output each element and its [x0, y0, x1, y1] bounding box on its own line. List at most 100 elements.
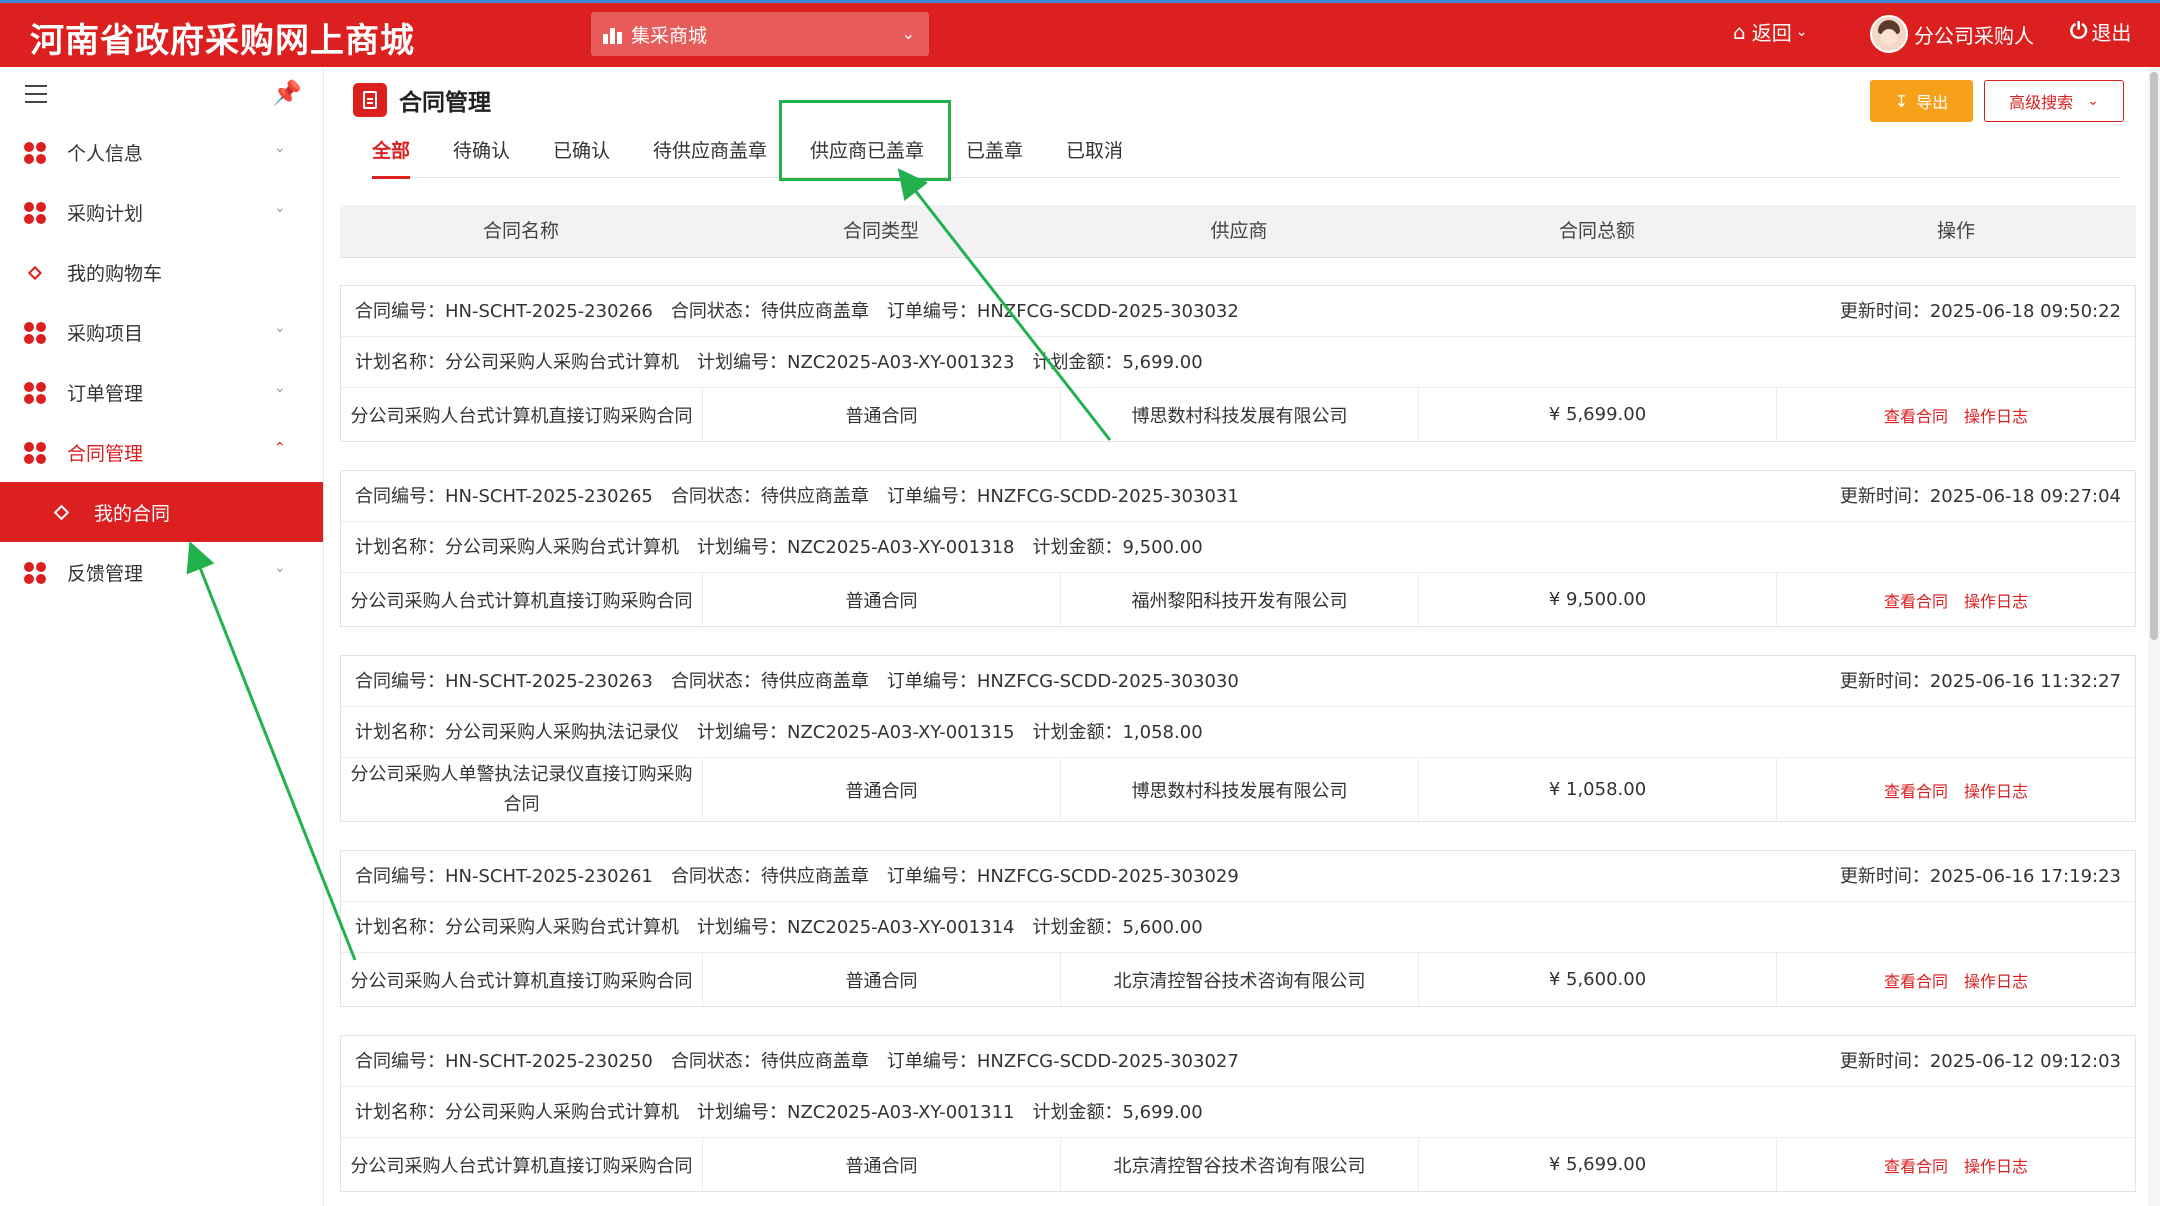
supplier: 博思数村科技发展有限公司: [1061, 388, 1419, 441]
contract-plan-row: 计划名称：分公司采购人采购执法记录仪 计划编号：NZC2025-A03-XY-0…: [341, 707, 2135, 758]
sidebar-item-cart[interactable]: 我的购物车: [0, 242, 323, 302]
sidebar-item-feedback-management[interactable]: 反馈管理 ⌄: [0, 542, 323, 602]
home-icon: ⌂: [1733, 19, 1746, 44]
chevron-down-icon: ⌄: [274, 200, 286, 216]
column-header: 操作: [1936, 220, 1975, 242]
updated-time: 更新时间：2025-06-18 09:50:22: [1839, 301, 2121, 322]
column-header: 合同总额: [1558, 220, 1635, 242]
sidebar-toolbar: 📌: [0, 67, 323, 122]
back-button[interactable]: ⌂ 返回 ⌄: [1733, 17, 1807, 46]
table-row: 分公司采购人台式计算机直接订购采购合同 普通合同 博思数村科技发展有限公司 ¥ …: [341, 388, 2135, 441]
contract-plan-row: 计划名称：分公司采购人采购台式计算机 计划编号：NZC2025-A03-XY-0…: [341, 1087, 2135, 1138]
export-label: 导出: [1916, 93, 1949, 112]
menu-icon[interactable]: [25, 85, 47, 103]
status-tabs: 全部 待确认 已确认 待供应商盖章 供应商已盖章 已盖章 已取消: [372, 134, 2120, 179]
tab-confirmed[interactable]: 已确认: [553, 134, 610, 178]
updated-time: 更新时间：2025-06-18 09:27:04: [1839, 486, 2121, 507]
grid-icon: [24, 562, 46, 584]
contract-name: 分公司采购人台式计算机直接订购采购合同: [341, 388, 703, 441]
operations: 查看合同 操作日志: [1777, 388, 2135, 441]
logout-button[interactable]: ⏻ 退出: [2070, 17, 2131, 46]
sidebar-item-my-contracts[interactable]: 我的合同: [0, 482, 323, 542]
sidebar-item-order-management[interactable]: 订单管理 ⌄: [0, 362, 323, 422]
contract-plan: 计划名称：分公司采购人采购执法记录仪 计划编号：NZC2025-A03-XY-0…: [355, 722, 1203, 743]
diamond-icon: [53, 504, 70, 521]
contract-plan: 计划名称：分公司采购人采购台式计算机 计划编号：NZC2025-A03-XY-0…: [355, 1102, 1203, 1123]
contract-type: 普通合同: [703, 1138, 1061, 1191]
column-header: 合同名称: [482, 220, 559, 242]
contract-plan-row: 计划名称：分公司采购人采购台式计算机 计划编号：NZC2025-A03-XY-0…: [341, 522, 2135, 573]
scrollbar-thumb[interactable]: [2150, 72, 2158, 640]
advanced-search-label: 高级搜索: [2009, 93, 2074, 112]
operation-log-link[interactable]: 操作日志: [1964, 1153, 2028, 1177]
tab-all[interactable]: 全部: [372, 134, 411, 179]
mall-select[interactable]: 集采商城 ⌄: [591, 12, 929, 56]
contract-meta-row: 合同编号：HN-SCHT-2025-230265 合同状态：待供应商盖章 订单编…: [341, 471, 2135, 522]
contract-meta: 合同编号：HN-SCHT-2025-230250 合同状态：待供应商盖章 订单编…: [355, 1051, 1239, 1072]
contract-plan-row: 计划名称：分公司采购人采购台式计算机 计划编号：NZC2025-A03-XY-0…: [341, 902, 2135, 953]
sidebar-item-contract-management[interactable]: 合同管理 ⌃: [0, 422, 323, 482]
annotation-highlight-box: [779, 100, 951, 181]
sidebar-item-label: 采购计划: [67, 202, 144, 225]
contract-card: 合同编号：HN-SCHT-2025-230263 合同状态：待供应商盖章 订单编…: [340, 655, 2136, 822]
top-header: 河南省政府采购网上商城 集采商城 ⌄ ⌂ 返回 ⌄ 分公司采购人 ⏻ 退出: [0, 0, 2160, 67]
supplier: 北京清控智谷技术咨询有限公司: [1061, 953, 1419, 1006]
contract-plan: 计划名称：分公司采购人采购台式计算机 计划编号：NZC2025-A03-XY-0…: [355, 537, 1203, 558]
operations: 查看合同 操作日志: [1777, 573, 2135, 626]
contract-amount: ¥ 5,600.00: [1419, 953, 1777, 1006]
contract-card: 合同编号：HN-SCHT-2025-230266 合同状态：待供应商盖章 订单编…: [340, 285, 2136, 442]
table-row: 分公司采购人台式计算机直接订购采购合同 普通合同 北京清控智谷技术咨询有限公司 …: [341, 953, 2135, 1006]
contract-name: 分公司采购人单警执法记录仪直接订购采购合同: [341, 758, 703, 821]
contract-type: 普通合同: [703, 953, 1061, 1006]
sidebar-item-purchase-plan[interactable]: 采购计划 ⌄: [0, 182, 323, 242]
grid-icon: [24, 142, 46, 164]
contract-meta: 合同编号：HN-SCHT-2025-230266 合同状态：待供应商盖章 订单编…: [355, 301, 1239, 322]
sidebar-item-label: 个人信息: [67, 142, 144, 165]
contract-meta: 合同编号：HN-SCHT-2025-230261 合同状态：待供应商盖章 订单编…: [355, 866, 1239, 887]
operation-log-link[interactable]: 操作日志: [1964, 968, 2028, 992]
contract-type: 普通合同: [703, 573, 1061, 626]
advanced-search-button[interactable]: 高级搜索 ⌄: [1984, 80, 2124, 122]
grid-icon: [24, 382, 46, 404]
contract-meta: 合同编号：HN-SCHT-2025-230265 合同状态：待供应商盖章 订单编…: [355, 486, 1239, 507]
chevron-down-icon: ⌄: [274, 560, 286, 576]
updated-time: 更新时间：2025-06-16 11:32:27: [1839, 671, 2121, 692]
export-button[interactable]: ↧ 导出: [1870, 80, 1973, 122]
site-title: 河南省政府采购网上商城: [30, 21, 415, 61]
chevron-down-icon: ⌄: [274, 380, 286, 396]
user-menu[interactable]: 分公司采购人: [1870, 15, 2034, 53]
contract-name: 分公司采购人台式计算机直接订购采购合同: [341, 573, 703, 626]
sidebar-item-purchase-project[interactable]: 采购项目 ⌄: [0, 302, 323, 362]
column-header: 合同类型: [842, 220, 919, 242]
sidebar-item-label: 订单管理: [67, 382, 144, 405]
contract-amount: ¥ 5,699.00: [1419, 1138, 1777, 1191]
pin-icon[interactable]: 📌: [272, 79, 302, 107]
operation-log-link[interactable]: 操作日志: [1964, 403, 2028, 427]
operation-log-link[interactable]: 操作日志: [1964, 588, 2028, 612]
tab-sealed[interactable]: 已盖章: [966, 134, 1023, 178]
sidebar-item-label: 采购项目: [67, 322, 144, 345]
page-title: 合同管理: [399, 90, 491, 116]
tab-cancelled[interactable]: 已取消: [1066, 134, 1123, 178]
sidebar: 📌 个人信息 ⌄ 采购计划 ⌄ 我的购物车 采购项目 ⌄ 订单管理 ⌄ 合同管理…: [0, 67, 324, 1206]
back-label: 返回: [1751, 21, 1792, 45]
table-row: 分公司采购人台式计算机直接订购采购合同 普通合同 福州黎阳科技开发有限公司 ¥ …: [341, 573, 2135, 626]
view-contract-link[interactable]: 查看合同: [1884, 403, 1948, 427]
column-header: 供应商: [1210, 220, 1268, 242]
sidebar-item-personal-info[interactable]: 个人信息 ⌄: [0, 122, 323, 182]
page-header: 合同管理: [353, 83, 491, 117]
view-contract-link[interactable]: 查看合同: [1884, 1153, 1948, 1177]
view-contract-link[interactable]: 查看合同: [1884, 778, 1948, 802]
contract-amount: ¥ 5,699.00: [1419, 388, 1777, 441]
tab-pending-confirm[interactable]: 待确认: [453, 134, 510, 178]
sidebar-item-label: 合同管理: [67, 442, 144, 465]
view-contract-link[interactable]: 查看合同: [1884, 588, 1948, 612]
operation-log-link[interactable]: 操作日志: [1964, 778, 2028, 802]
tab-pending-supplier-seal[interactable]: 待供应商盖章: [653, 134, 767, 178]
chevron-down-icon: ⌄: [2087, 93, 2099, 109]
supplier: 博思数村科技发展有限公司: [1061, 758, 1419, 821]
contract-plan: 计划名称：分公司采购人采购台式计算机 计划编号：NZC2025-A03-XY-0…: [355, 917, 1203, 938]
contract-name: 分公司采购人台式计算机直接订购采购合同: [341, 1138, 703, 1191]
view-contract-link[interactable]: 查看合同: [1884, 968, 1948, 992]
contract-meta: 合同编号：HN-SCHT-2025-230263 合同状态：待供应商盖章 订单编…: [355, 671, 1239, 692]
